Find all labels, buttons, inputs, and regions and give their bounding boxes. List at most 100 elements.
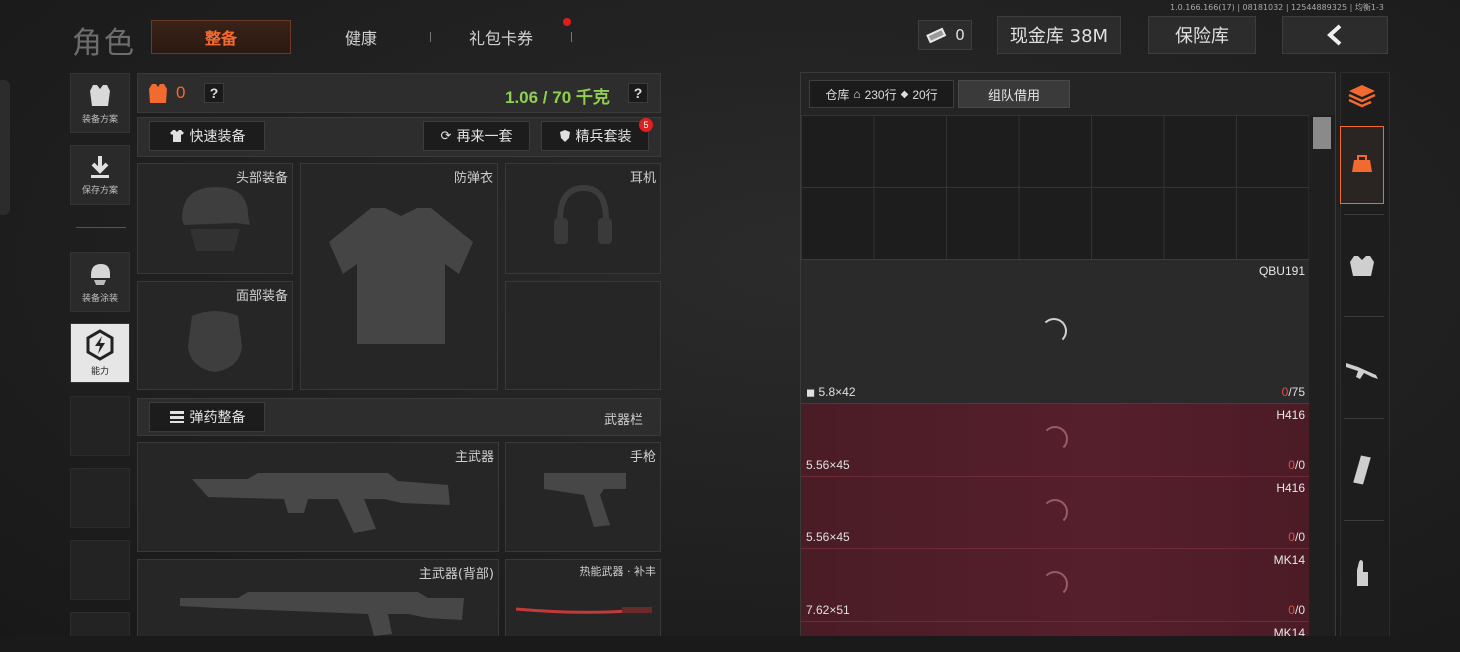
slot-primary-back-label: 主武器(背部) xyxy=(418,567,494,582)
side-label: 装备方案 xyxy=(81,115,118,125)
rail-magazines[interactable] xyxy=(1340,450,1384,490)
page-title: 角色 xyxy=(72,26,136,61)
slot-headset[interactable]: 耳机 xyxy=(505,163,661,274)
slot-primary-weapon[interactable]: 主武器 xyxy=(137,442,499,552)
rifle-back-icon xyxy=(180,592,464,636)
ability-icon xyxy=(86,329,114,361)
magazine-icon xyxy=(1353,455,1371,485)
tag-icon: ◆ xyxy=(900,88,909,100)
armor-icon xyxy=(1350,256,1374,276)
refresh-icon: ⟳ xyxy=(440,128,452,144)
team-borrow-button[interactable]: 组队借用 xyxy=(958,80,1070,108)
side-equip-paint[interactable]: 装备涂装 xyxy=(70,252,130,312)
rail-all-items[interactable] xyxy=(1340,78,1384,114)
shirt-icon xyxy=(169,130,184,142)
rail-divider xyxy=(1344,520,1384,521)
warehouse-scrollbar-thumb[interactable] xyxy=(1313,117,1331,149)
warehouse-item-ammo[interactable]: H416 5.56×45 0/0 xyxy=(801,403,1309,476)
warehouse-grid[interactable] xyxy=(801,115,1309,259)
item-caliber: 5.56×45 xyxy=(806,458,850,472)
rail-weapons[interactable] xyxy=(1340,352,1384,388)
elite-set-label: 精兵套装 xyxy=(575,129,632,145)
bullet-icon xyxy=(1357,560,1368,586)
ticket-icon xyxy=(926,27,947,43)
ticket-counter[interactable]: 0 xyxy=(918,20,972,50)
armor-indicator: 0 xyxy=(148,82,185,104)
rail-divider xyxy=(1344,316,1384,317)
ammo-box-icon: ◼ xyxy=(806,387,816,399)
tab-gift-coupons[interactable]: 礼包卡券 xyxy=(455,20,547,54)
tab-health[interactable]: 健康 xyxy=(316,20,406,54)
tab-equip[interactable]: 整备 xyxy=(151,20,291,54)
side-label: 装备涂装 xyxy=(81,294,118,304)
side-save-plan[interactable]: 保存方案 xyxy=(70,145,130,205)
rail-divider xyxy=(1344,418,1384,419)
rail-ammo[interactable] xyxy=(1340,556,1384,592)
katana-icon xyxy=(515,607,652,614)
ammo-arrange-button[interactable]: 弹药整备 xyxy=(149,402,265,432)
item-count-max: /0 xyxy=(1294,603,1305,617)
quick-equip-label: 快速装备 xyxy=(189,129,246,145)
rail-backpack[interactable] xyxy=(1340,150,1384,180)
notification-dot xyxy=(563,18,571,26)
back-button[interactable] xyxy=(1282,16,1388,54)
slot-vest[interactable]: 防弹衣 xyxy=(300,163,498,390)
weight-help-button[interactable]: ? xyxy=(628,83,648,103)
warehouse-scrollbar-track[interactable] xyxy=(1311,115,1333,639)
item-count-max: /75 xyxy=(1288,385,1305,399)
rifle-icon xyxy=(1346,363,1378,379)
left-edge-handle[interactable] xyxy=(0,80,10,215)
rail-armor[interactable] xyxy=(1340,248,1384,284)
loading-spinner-icon xyxy=(1042,499,1068,525)
warehouse-rows-a: 230行 xyxy=(864,87,897,102)
safe-vault-button[interactable]: 保险库 xyxy=(1148,16,1256,54)
quick-equip-button[interactable]: 快速装备 xyxy=(149,121,265,151)
slot-melee[interactable]: 热能武器 · 补丰 xyxy=(505,559,661,639)
warehouse-item-ammo[interactable]: MK14 7.62×51 0/0 xyxy=(801,548,1309,621)
vest-icon xyxy=(90,85,110,106)
slot-primary-back[interactable]: 主武器(背部) xyxy=(137,559,499,639)
warehouse-tab-label: 仓库 xyxy=(825,87,850,102)
ticket-count: 0 xyxy=(955,26,965,44)
warehouse-rows-b: 20行 xyxy=(912,87,938,102)
slot-pistol[interactable]: 手枪 xyxy=(505,442,661,552)
loading-spinner-icon xyxy=(1042,426,1068,452)
slot-melee-label: 热能武器 · 补丰 xyxy=(579,565,657,578)
loading-spinner-icon xyxy=(1042,571,1068,597)
ammo-box-icon xyxy=(169,411,184,423)
side-ability[interactable]: 能力 xyxy=(70,323,130,383)
download-icon xyxy=(91,156,109,178)
side-loadout-plans[interactable]: 装备方案 xyxy=(70,73,130,133)
elite-set-button[interactable]: 精兵套装 xyxy=(541,121,649,151)
chevron-left-icon xyxy=(1327,24,1342,46)
slot-face-label: 面部装备 xyxy=(235,289,288,304)
slot-head[interactable]: 头部装备 xyxy=(137,163,293,274)
item-caliber: ◼ 5.8×42 xyxy=(806,385,856,399)
warehouse-item-ammo[interactable]: H416 5.56×45 0/0 xyxy=(801,476,1309,548)
cash-vault-button[interactable]: 现金库 38M xyxy=(997,16,1121,54)
slot-empty[interactable] xyxy=(505,281,661,390)
side-empty-slot xyxy=(70,468,130,528)
item-count-current: 0 xyxy=(1288,530,1295,544)
weapon-bar-label: 武器栏 xyxy=(604,412,644,427)
pistol-icon xyxy=(544,473,626,527)
item-name: H416 xyxy=(1276,481,1305,495)
again-set-label: 再来一套 xyxy=(456,129,513,145)
helmet-paint-icon xyxy=(91,264,110,285)
armor-value: 0 xyxy=(176,83,186,102)
slot-pistol-label: 手枪 xyxy=(629,450,656,465)
helmet-icon xyxy=(182,187,250,251)
side-label: 保存方案 xyxy=(81,186,118,196)
warehouse-panel: 仓库 ⌂ 230行 ◆ 20行 组队借用 QBU191 ◼ 5.8×42 0/7… xyxy=(800,72,1336,642)
slot-face[interactable]: 面部装备 xyxy=(137,281,293,390)
armor-help-button[interactable]: ? xyxy=(204,83,224,103)
side-divider xyxy=(76,227,126,228)
backpack-icon xyxy=(1352,155,1372,172)
item-caliber: 5.56×45 xyxy=(806,530,850,544)
warehouse-tab[interactable]: 仓库 ⌂ 230行 ◆ 20行 xyxy=(809,80,954,108)
item-count-max: /0 xyxy=(1294,458,1305,472)
assault-rifle-icon xyxy=(192,473,450,533)
warehouse-item-weapon[interactable]: QBU191 ◼ 5.8×42 0/75 xyxy=(801,259,1309,403)
again-set-button[interactable]: ⟳ 再来一套 xyxy=(423,121,530,151)
version-info: 1.0.166.166(17) | 08181032 | 12544889325… xyxy=(1170,3,1384,12)
